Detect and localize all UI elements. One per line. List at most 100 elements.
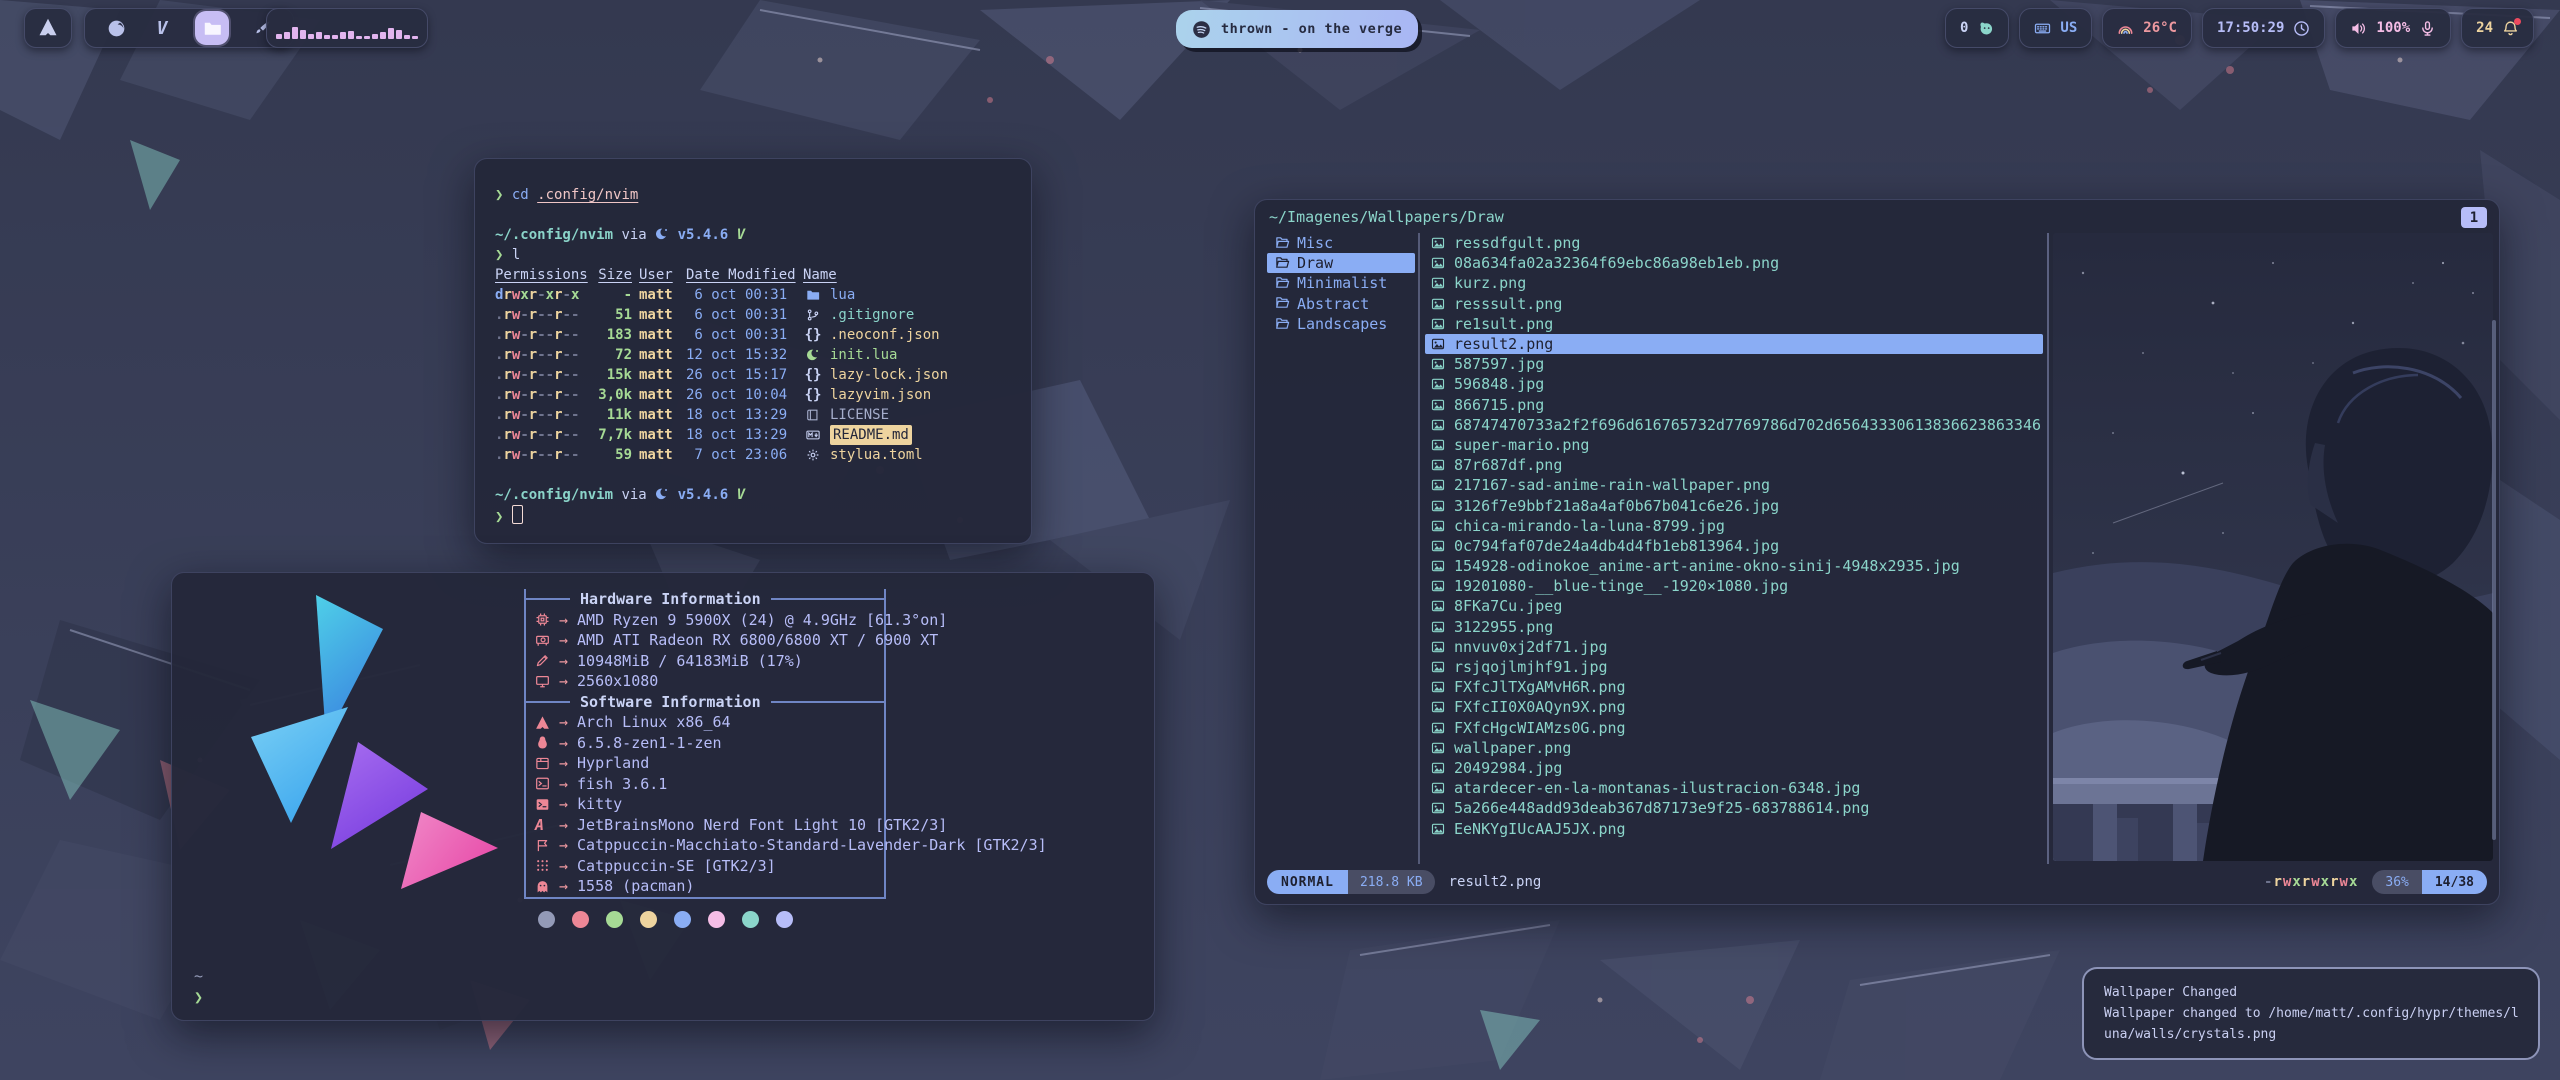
- arrow-icon: →: [559, 733, 568, 754]
- permissions-cell: .rw-r--r--: [495, 385, 583, 405]
- file-item[interactable]: 154928-odinokoe_anime-art-anime-okno-sin…: [1425, 556, 2043, 576]
- size-cell: 15k: [590, 365, 632, 385]
- fetch-prompt[interactable]: ~ ❯: [194, 966, 203, 1008]
- file-item[interactable]: super-mario.png: [1425, 435, 2043, 455]
- arrow-icon: →: [559, 815, 568, 836]
- file-name: 8FKa7Cu.jpeg: [1454, 597, 1562, 615]
- fetch-row-ghost: →1558 (pacman): [526, 876, 884, 897]
- file-item[interactable]: 20492984.jpg: [1425, 758, 2043, 778]
- file-item[interactable]: 3122955.png: [1425, 617, 2043, 637]
- file-item[interactable]: ressdfgult.png: [1425, 233, 2043, 253]
- file-name: nnvuv0xj2df71.jpg: [1454, 638, 1608, 656]
- image-file-icon: [1431, 438, 1447, 452]
- file-manager-window[interactable]: ~/Imagenes/Wallpapers/Draw 1 MiscDrawMin…: [1254, 199, 2500, 905]
- braces-icon: {}: [803, 325, 823, 345]
- notification-popup[interactable]: Wallpaper Changed Wallpaper changed to /…: [2082, 967, 2540, 1060]
- tray-status[interactable]: 0: [1945, 8, 2009, 48]
- file-item[interactable]: wallpaper.png: [1425, 738, 2043, 758]
- file-item[interactable]: 87r687df.png: [1425, 455, 2043, 475]
- file-item[interactable]: 3126f7e9bbf21a8a4af0b67b041c6e26.jpg: [1425, 495, 2043, 515]
- file-item[interactable]: FXfcII0X0AQyn9X.png: [1425, 697, 2043, 717]
- file-name: result2.png: [1454, 335, 1553, 353]
- file-item[interactable]: 866715.png: [1425, 395, 2043, 415]
- file-name: rsjqojlmjhf91.jpg: [1454, 658, 1608, 676]
- visualizer-bar: [324, 35, 330, 39]
- file-item[interactable]: nnvuv0xj2df71.jpg: [1425, 637, 2043, 657]
- file-item[interactable]: 8FKa7Cu.jpeg: [1425, 596, 2043, 616]
- file-item[interactable]: 217167-sad-anime-rain-wallpaper.png: [1425, 475, 2043, 495]
- file-item[interactable]: 587597.jpg: [1425, 354, 2043, 374]
- fetch-value: Arch Linux x86_64: [577, 712, 731, 733]
- arch-icon: [535, 715, 559, 730]
- image-file-icon: [1431, 478, 1447, 492]
- command-arg: .config/nvim: [537, 187, 638, 203]
- media-player-widget[interactable]: thrown - on the verge: [1176, 10, 1418, 48]
- fetch-box: Hardware Information →AMD Ryzen 9 5900X …: [524, 589, 886, 899]
- fetch-value: kitty: [577, 794, 622, 815]
- image-file-icon: [1431, 236, 1447, 250]
- tray-clock[interactable]: 17:50:29: [2202, 8, 2325, 48]
- file-item[interactable]: chica-mirando-la-luna-8799.jpg: [1425, 516, 2043, 536]
- file-item[interactable]: 08a634fa02a32364f69ebc86a98eb1eb.png: [1425, 253, 2043, 273]
- permissions-cell: .rw-r--r--: [495, 345, 583, 365]
- terminal-window[interactable]: ❯ cd .config/nvim ~/.config/nvim via v5.…: [474, 158, 1032, 544]
- filename-cell: LICENSE: [830, 405, 1011, 425]
- image-file-icon: [1431, 640, 1447, 654]
- file-item[interactable]: result2.png: [1425, 334, 2043, 354]
- file-item[interactable]: 68747470733a2f2f696d616765732d7769786d70…: [1425, 415, 2043, 435]
- file-item[interactable]: 19201080-__blue-tinge__-1920×1080.jpg: [1425, 576, 2043, 596]
- workspace-firefox[interactable]: [103, 15, 129, 41]
- filename-cell: init.lua: [830, 345, 1011, 365]
- size-cell: 3,0k: [590, 385, 632, 405]
- folder-name: Minimalist: [1297, 274, 1387, 292]
- filename-cell: .neoconf.json: [830, 325, 1011, 345]
- file-item[interactable]: resssult.png: [1425, 294, 2043, 314]
- file-item[interactable]: FXfcJlTXgAMvH6R.png: [1425, 677, 2043, 697]
- file-item[interactable]: FXfcHgcWIAMzs0G.png: [1425, 718, 2043, 738]
- file-name: 596848.jpg: [1454, 375, 1544, 393]
- listing-header: Permissions Size User Date Modified Name: [495, 265, 1011, 285]
- tray-weather[interactable]: 26°C: [2102, 8, 2192, 48]
- user-cell: matt: [639, 445, 679, 465]
- file-item[interactable]: 0c794faf07de24a4db4d4fb1eb813964.jpg: [1425, 536, 2043, 556]
- date-cell: 18 oct 13:29: [686, 405, 796, 425]
- command-text: cd: [512, 187, 529, 203]
- sidebar-folder-abstract[interactable]: Abstract: [1267, 294, 1415, 314]
- tab-badge[interactable]: 1: [2461, 207, 2487, 228]
- bell-icon: [2502, 20, 2519, 37]
- sidebar-folder-minimalist[interactable]: Minimalist: [1267, 273, 1415, 293]
- file-item[interactable]: atardecer-en-la-montanas-ilustracion-634…: [1425, 778, 2043, 798]
- image-file-icon: [1431, 700, 1447, 714]
- scrollbar[interactable]: [2492, 320, 2496, 840]
- workspace-vim[interactable]: V: [149, 15, 175, 41]
- file-name: atardecer-en-la-montanas-ilustracion-634…: [1454, 779, 1860, 797]
- file-item[interactable]: 596848.jpg: [1425, 374, 2043, 394]
- workspace-folder[interactable]: [195, 11, 229, 45]
- file-item[interactable]: kurz.png: [1425, 273, 2043, 293]
- fetch-window[interactable]: Hardware Information →AMD Ryzen 9 5900X …: [171, 572, 1155, 1021]
- size-cell: -: [590, 285, 632, 305]
- visualizer-bar: [332, 35, 338, 39]
- pane-divider: [2047, 233, 2049, 864]
- scroll-percent-badge: 36%: [2372, 870, 2421, 894]
- sidebar-folder-misc[interactable]: Misc: [1267, 233, 1415, 253]
- hardware-section-header: Hardware Information: [524, 589, 886, 610]
- folder-open-icon: [1275, 234, 1290, 252]
- tray-keyboard-layout[interactable]: US: [2019, 8, 2092, 48]
- sidebar-folder-draw[interactable]: Draw: [1267, 253, 1415, 273]
- file-item[interactable]: rsjqojlmjhf91.jpg: [1425, 657, 2043, 677]
- tray-volume[interactable]: 100%: [2335, 8, 2451, 48]
- file-item[interactable]: EeNKYgIUcAAJ5JX.png: [1425, 818, 2043, 838]
- date-cell: 12 oct 15:32: [686, 345, 796, 365]
- sidebar-folder-landscapes[interactable]: Landscapes: [1267, 314, 1415, 334]
- file-item[interactable]: 5a266e448add93deab367d87173e9f25-6837886…: [1425, 798, 2043, 818]
- file-item[interactable]: re1sult.png: [1425, 314, 2043, 334]
- terminal-prompt-line[interactable]: ❯: [495, 505, 1011, 527]
- size-cell: 183: [590, 325, 632, 345]
- fetch-value: Catppuccin-Macchiato-Standard-Lavender-D…: [577, 835, 1047, 856]
- file-name: 5a266e448add93deab367d87173e9f25-6837886…: [1454, 799, 1869, 817]
- file-name: 08a634fa02a32364f69ebc86a98eb1eb.png: [1454, 254, 1779, 272]
- file-name: 20492984.jpg: [1454, 759, 1562, 777]
- tray-notifications[interactable]: 24: [2461, 8, 2534, 48]
- launcher-button[interactable]: [24, 8, 72, 48]
